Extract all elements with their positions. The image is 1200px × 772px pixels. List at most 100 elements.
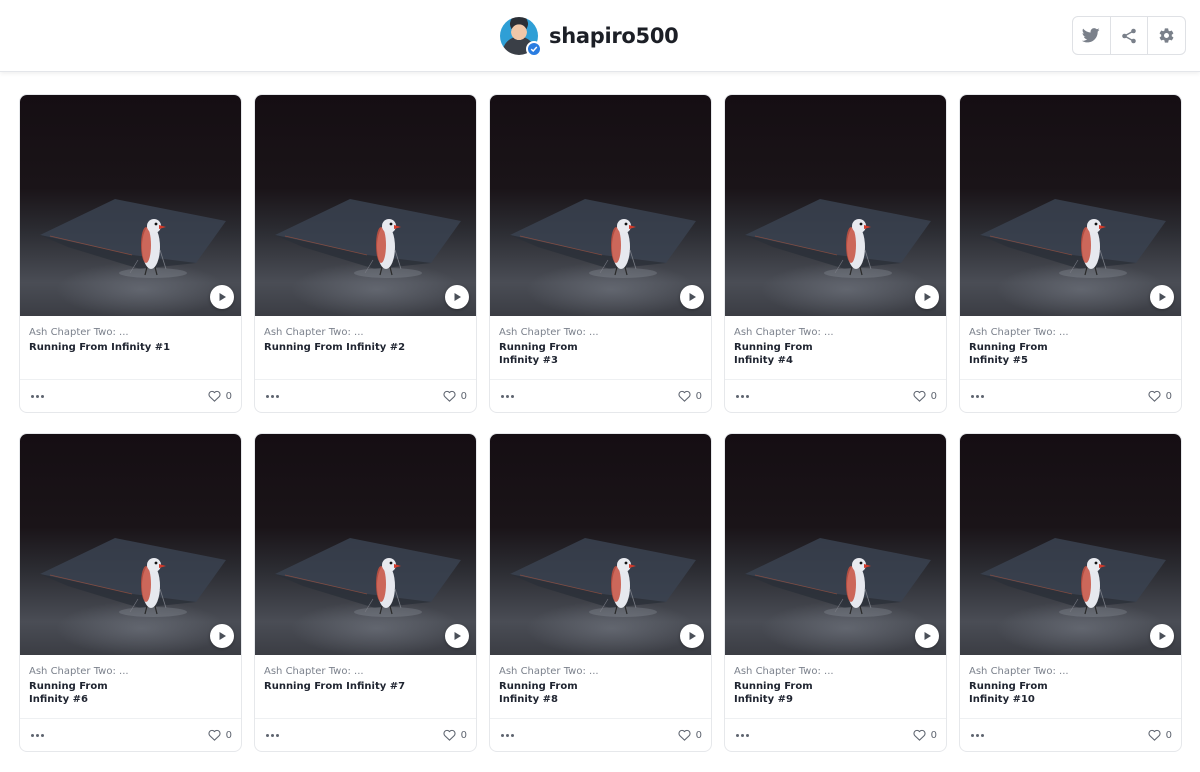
nft-card[interactable]: Ash Chapter Two: ... Running From Infini… — [19, 94, 242, 413]
collection-name[interactable]: Ash Chapter Two: ... — [499, 326, 699, 339]
like-button[interactable]: 0 — [678, 729, 702, 741]
share-button[interactable] — [1111, 17, 1149, 54]
nft-title[interactable]: Running From Infinity #4 — [734, 341, 854, 367]
like-button[interactable]: 0 — [1148, 729, 1172, 741]
penguin-artwork — [275, 199, 461, 278]
collection-name[interactable]: Ash Chapter Two: ... — [969, 326, 1169, 339]
verified-badge-icon — [526, 41, 542, 57]
play-icon — [454, 632, 461, 640]
play-icon — [1159, 293, 1166, 301]
more-options-icon[interactable] — [971, 730, 984, 741]
nft-thumbnail[interactable] — [255, 434, 476, 655]
like-button[interactable]: 0 — [913, 390, 937, 402]
nft-card[interactable]: Ash Chapter Two: ... Running From Infini… — [724, 94, 947, 413]
play-button[interactable] — [210, 285, 234, 309]
nft-card[interactable]: Ash Chapter Two: ... Running From Infini… — [254, 94, 477, 413]
card-meta: Ash Chapter Two: ... Running From Infini… — [969, 665, 1169, 706]
nft-card[interactable]: Ash Chapter Two: ... Running From Infini… — [959, 433, 1182, 752]
like-button[interactable]: 0 — [913, 729, 937, 741]
nft-thumbnail[interactable] — [490, 95, 711, 316]
play-button[interactable] — [445, 285, 469, 309]
more-options-icon[interactable] — [501, 391, 514, 402]
like-count: 0 — [695, 390, 702, 402]
nft-thumbnail[interactable] — [960, 434, 1181, 655]
like-count: 0 — [225, 729, 232, 741]
play-button[interactable] — [915, 624, 939, 648]
like-button[interactable]: 0 — [443, 729, 467, 741]
like-button[interactable]: 0 — [208, 729, 232, 741]
collection-name[interactable]: Ash Chapter Two: ... — [29, 326, 229, 339]
nft-thumbnail[interactable] — [725, 434, 946, 655]
nft-title[interactable]: Running From Infinity #6 — [29, 680, 149, 706]
nft-title[interactable]: Running From Infinity #1 — [29, 341, 229, 354]
nft-title[interactable]: Running From Infinity #10 — [969, 680, 1089, 706]
heart-icon — [1148, 390, 1161, 402]
collection-name[interactable]: Ash Chapter Two: ... — [499, 665, 699, 678]
like-count: 0 — [930, 390, 937, 402]
nft-card[interactable]: Ash Chapter Two: ... Running From Infini… — [959, 94, 1182, 413]
nft-thumbnail[interactable] — [725, 95, 946, 316]
play-button[interactable] — [1150, 624, 1174, 648]
nft-thumbnail[interactable] — [490, 434, 711, 655]
nft-title[interactable]: Running From Infinity #8 — [499, 680, 619, 706]
play-button[interactable] — [210, 624, 234, 648]
nft-title[interactable]: Running From Infinity #3 — [499, 341, 619, 367]
card-meta: Ash Chapter Two: ... Running From Infini… — [969, 326, 1169, 367]
nft-title[interactable]: Running From Infinity #7 — [264, 680, 464, 693]
like-button[interactable]: 0 — [443, 390, 467, 402]
more-options-icon[interactable] — [31, 730, 44, 741]
play-button[interactable] — [1150, 285, 1174, 309]
more-options-icon[interactable] — [266, 730, 279, 741]
more-options-icon[interactable] — [736, 391, 749, 402]
nft-card[interactable]: Ash Chapter Two: ... Running From Infini… — [489, 433, 712, 752]
like-button[interactable]: 0 — [1148, 390, 1172, 402]
collection-name[interactable]: Ash Chapter Two: ... — [264, 665, 464, 678]
collection-name[interactable]: Ash Chapter Two: ... — [969, 665, 1169, 678]
nft-title[interactable]: Running From Infinity #2 — [264, 341, 464, 354]
card-footer: 0 — [20, 379, 241, 412]
like-count: 0 — [1165, 390, 1172, 402]
settings-button[interactable] — [1148, 17, 1185, 54]
penguin-artwork — [980, 199, 1166, 278]
more-options-icon[interactable] — [736, 730, 749, 741]
nft-title[interactable]: Running From Infinity #9 — [734, 680, 854, 706]
nft-title[interactable]: Running From Infinity #5 — [969, 341, 1089, 367]
twitter-icon — [1082, 28, 1101, 43]
nft-thumbnail[interactable] — [960, 95, 1181, 316]
collection-name[interactable]: Ash Chapter Two: ... — [734, 665, 934, 678]
penguin-artwork — [745, 199, 931, 278]
avatar[interactable] — [500, 17, 542, 57]
more-options-icon[interactable] — [31, 391, 44, 402]
collection-name[interactable]: Ash Chapter Two: ... — [264, 326, 464, 339]
play-icon — [454, 293, 461, 301]
nft-card[interactable]: Ash Chapter Two: ... Running From Infini… — [724, 433, 947, 752]
nft-card[interactable]: Ash Chapter Two: ... Running From Infini… — [19, 433, 242, 752]
card-meta: Ash Chapter Two: ... Running From Infini… — [29, 326, 229, 354]
nft-thumbnail[interactable] — [255, 95, 476, 316]
more-options-icon[interactable] — [501, 730, 514, 741]
play-button[interactable] — [680, 285, 704, 309]
username[interactable]: shapiro500 — [549, 24, 679, 48]
nft-card[interactable]: Ash Chapter Two: ... Running From Infini… — [254, 433, 477, 752]
play-button[interactable] — [680, 624, 704, 648]
profile-header: shapiro500 — [0, 0, 1200, 72]
more-options-icon[interactable] — [266, 391, 279, 402]
like-button[interactable]: 0 — [208, 390, 232, 402]
play-button[interactable] — [915, 285, 939, 309]
twitter-button[interactable] — [1073, 17, 1111, 54]
collection-name[interactable]: Ash Chapter Two: ... — [734, 326, 934, 339]
play-icon — [924, 632, 931, 640]
play-button[interactable] — [445, 624, 469, 648]
more-options-icon[interactable] — [971, 391, 984, 402]
heart-icon — [913, 390, 926, 402]
play-icon — [924, 293, 931, 301]
nft-thumbnail[interactable] — [20, 95, 241, 316]
nft-card[interactable]: Ash Chapter Two: ... Running From Infini… — [489, 94, 712, 413]
card-meta: Ash Chapter Two: ... Running From Infini… — [264, 326, 464, 354]
like-button[interactable]: 0 — [678, 390, 702, 402]
play-icon — [219, 632, 226, 640]
collection-name[interactable]: Ash Chapter Two: ... — [29, 665, 229, 678]
nft-thumbnail[interactable] — [20, 434, 241, 655]
penguin-artwork — [980, 538, 1166, 617]
heart-icon — [678, 390, 691, 402]
